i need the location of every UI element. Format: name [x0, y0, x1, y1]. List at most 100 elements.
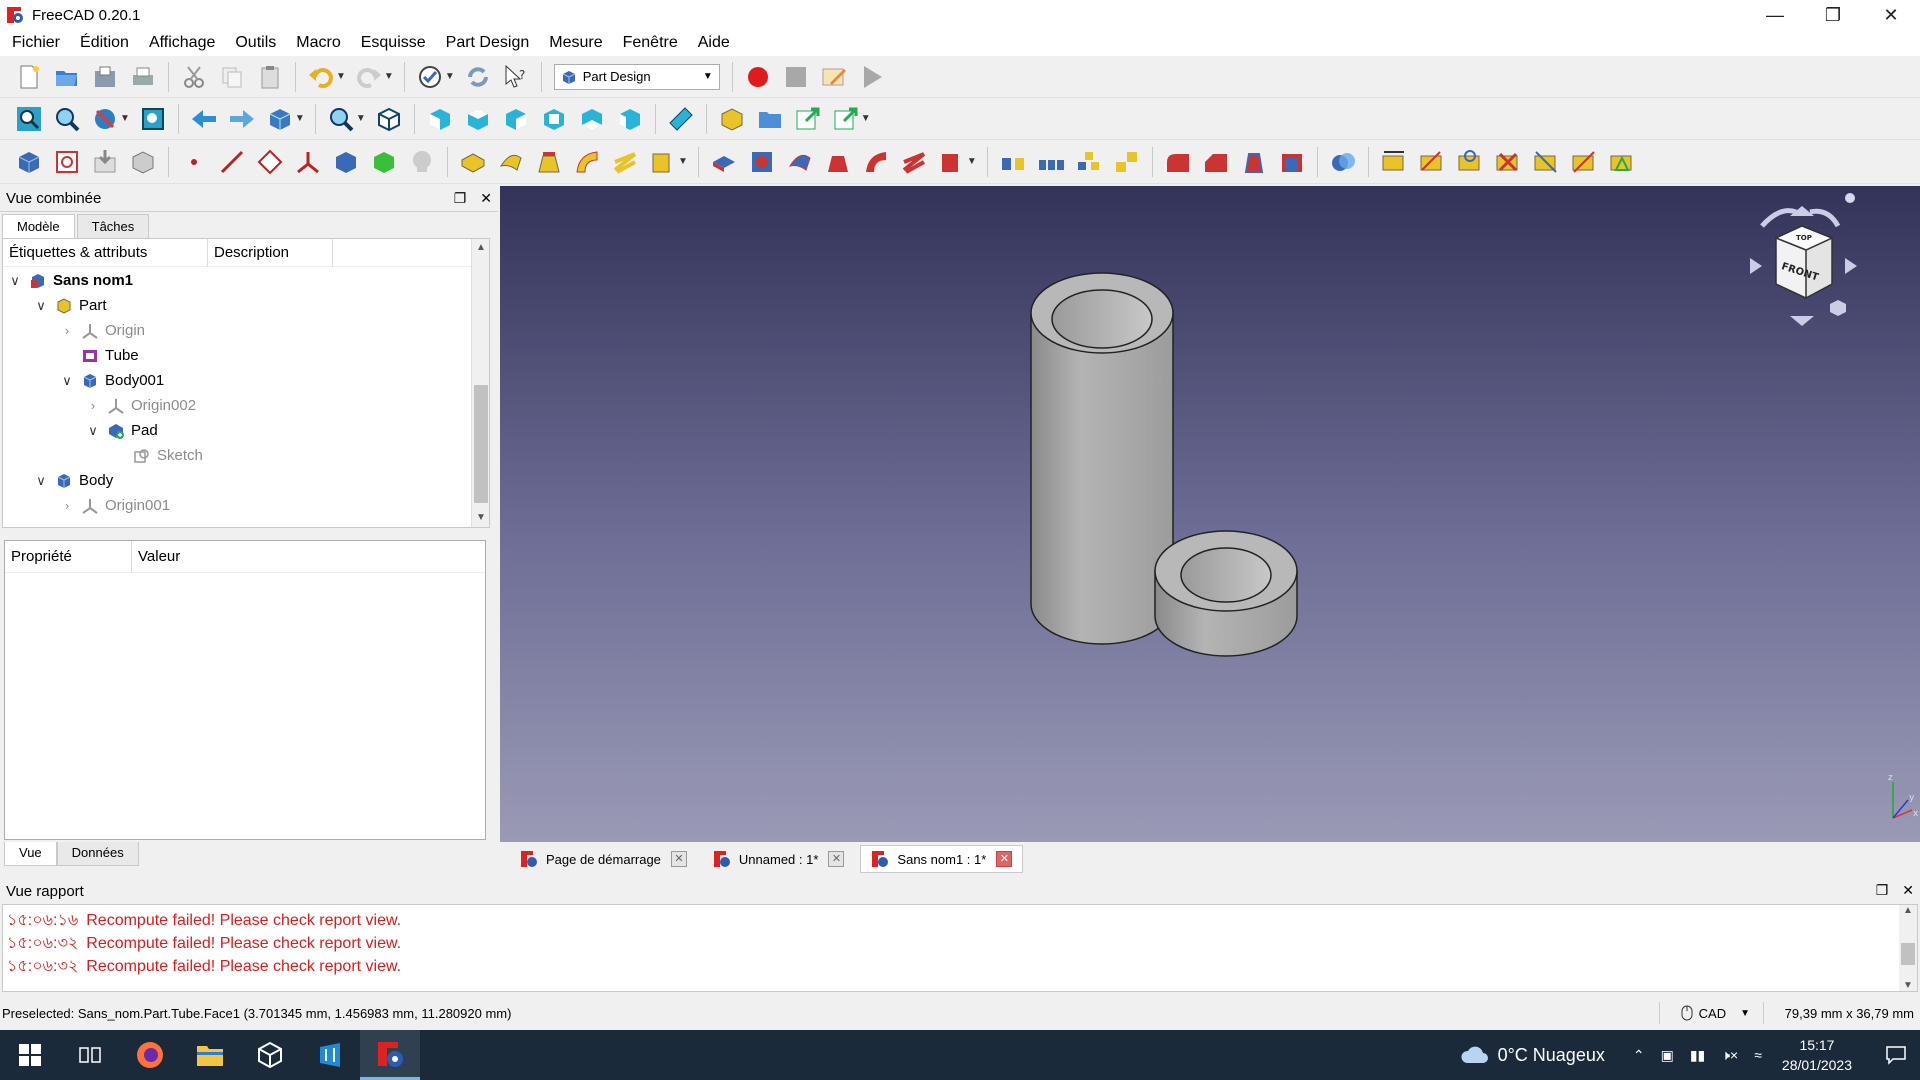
isometric-view-button[interactable]: [374, 104, 404, 134]
create-body-button[interactable]: [14, 147, 44, 177]
link-actions-button[interactable]: [831, 104, 861, 134]
property-column-value[interactable]: Valeur: [131, 540, 180, 573]
tree-item-origin002[interactable]: › Origin002: [85, 393, 196, 418]
datum-line-button[interactable]: [217, 147, 247, 177]
chevron-right-icon[interactable]: ›: [59, 323, 75, 338]
pad-button[interactable]: [458, 147, 488, 177]
chamfer-button[interactable]: [1201, 147, 1231, 177]
app-taskbar-button[interactable]: [300, 1030, 360, 1080]
undo-button[interactable]: [306, 62, 336, 92]
battery-icon[interactable]: ▮▮: [1690, 1047, 1705, 1064]
subtractive-dropdown-icon[interactable]: ▼: [967, 156, 977, 167]
property-column-name[interactable]: Propriété: [5, 548, 131, 565]
subtractive-loft-button[interactable]: [823, 147, 853, 177]
chevron-down-icon[interactable]: ∨: [33, 473, 49, 489]
datum-point-button[interactable]: [179, 147, 209, 177]
draw-style-dropdown-icon[interactable]: ▼: [120, 113, 130, 124]
validate-sketch-button[interactable]: [90, 147, 120, 177]
measure-linear-button[interactable]: [1379, 147, 1409, 177]
refresh-check-button[interactable]: [415, 62, 445, 92]
rotate-left-icon[interactable]: [1750, 258, 1762, 274]
float-panel-icon[interactable]: ❐: [1876, 882, 1889, 899]
nav-menu-icon[interactable]: [1845, 193, 1855, 203]
make-link-button[interactable]: [793, 104, 823, 134]
menu-edition[interactable]: Édition: [70, 30, 139, 56]
boolean-body-button[interactable]: [407, 147, 437, 177]
datum-plane-button[interactable]: [255, 147, 285, 177]
freecad-taskbar-button[interactable]: [360, 1030, 420, 1080]
clone-button[interactable]: [369, 147, 399, 177]
report-scrollbar[interactable]: ▲ ▼: [1899, 905, 1917, 991]
thickness-button[interactable]: [1277, 147, 1307, 177]
right-view-button[interactable]: [501, 104, 531, 134]
view-menu-icon[interactable]: [1830, 300, 1846, 316]
additive-pipe-button[interactable]: [572, 147, 602, 177]
fillet-button[interactable]: [1163, 147, 1193, 177]
std-views-dropdown-icon[interactable]: ▼: [295, 113, 305, 124]
cut-button[interactable]: [179, 62, 209, 92]
navigation-style-selector[interactable]: CAD ▼: [1681, 1005, 1750, 1021]
chevron-down-icon[interactable]: ∨: [33, 298, 49, 314]
close-tab-icon[interactable]: ✕: [828, 851, 845, 867]
tree-item-tube[interactable]: Tube: [59, 343, 139, 368]
navigation-cube[interactable]: FRONT TOP: [1750, 193, 1857, 326]
tree-item-body001[interactable]: ∨ Body001: [59, 368, 164, 393]
tab-taches[interactable]: Tâches: [76, 214, 150, 238]
pocket-button[interactable]: [709, 147, 739, 177]
start-button[interactable]: [0, 1030, 60, 1080]
measure-clear-button[interactable]: [1493, 147, 1523, 177]
menu-outils[interactable]: Outils: [225, 30, 286, 56]
multi-transform-button[interactable]: [1112, 147, 1142, 177]
new-document-button[interactable]: [14, 62, 44, 92]
scroll-up-icon[interactable]: ▲: [1899, 905, 1917, 916]
menu-esquisse[interactable]: Esquisse: [351, 30, 436, 56]
back-button[interactable]: [189, 104, 219, 134]
measure-toggle-delta-button[interactable]: [1607, 147, 1637, 177]
notifications-button[interactable]: [1872, 1030, 1920, 1080]
link-dropdown-icon[interactable]: ▼: [861, 113, 871, 124]
scroll-thumb[interactable]: [1901, 943, 1915, 965]
roll-right-icon[interactable]: [1809, 208, 1841, 228]
undo-dropdown-icon[interactable]: ▼: [336, 71, 346, 82]
chevron-up-icon[interactable]: ⌃: [1633, 1047, 1645, 1064]
subtractive-pipe-button[interactable]: [861, 147, 891, 177]
measure-distance-button[interactable]: [666, 104, 696, 134]
additive-helix-button[interactable]: [610, 147, 640, 177]
restore-button[interactable]: ❐: [1804, 0, 1862, 30]
chevron-down-icon[interactable]: ∨: [85, 423, 101, 439]
bounding-box-button[interactable]: [138, 104, 168, 134]
whats-this-button[interactable]: ?: [501, 62, 531, 92]
doc-tab-unnamed[interactable]: Unnamed : 1* ✕: [703, 845, 855, 873]
create-sketch-button[interactable]: [52, 147, 82, 177]
left-view-button[interactable]: [615, 104, 645, 134]
draft-button[interactable]: [1239, 147, 1269, 177]
tree-column-labels[interactable]: Étiquettes & attributs: [3, 244, 207, 261]
chevron-right-icon[interactable]: ›: [59, 498, 75, 513]
scroll-thumb[interactable]: [474, 385, 488, 503]
menu-fenetre[interactable]: Fenêtre: [613, 30, 688, 56]
paste-button[interactable]: [255, 62, 285, 92]
draw-style-button[interactable]: [90, 104, 120, 134]
tree-column-description[interactable]: Description: [207, 238, 333, 267]
doc-tab-start-page[interactable]: Page de démarrage ✕: [510, 845, 697, 873]
doc-tab-sans-nom1[interactable]: Sans nom1 : 1* ✕: [860, 845, 1024, 873]
scroll-down-icon[interactable]: ▼: [472, 509, 490, 527]
firefox-taskbar-button[interactable]: [120, 1030, 180, 1080]
3d-viewport[interactable]: FRONT TOP z y x: [500, 186, 1920, 842]
linear-pattern-button[interactable]: [1036, 147, 1066, 177]
boolean-button[interactable]: [1328, 147, 1358, 177]
macro-run-button[interactable]: [857, 62, 887, 92]
scroll-down-icon[interactable]: ▼: [1899, 980, 1917, 991]
rotate-down-icon[interactable]: [1790, 316, 1814, 326]
chevron-down-icon[interactable]: ∨: [59, 373, 75, 389]
task-view-button[interactable]: [60, 1030, 120, 1080]
close-button[interactable]: ✕: [1862, 0, 1920, 30]
close-panel-icon[interactable]: ✕: [1902, 882, 1914, 899]
chevron-down-icon[interactable]: ∨: [7, 273, 23, 289]
hole-button[interactable]: [747, 147, 777, 177]
rear-view-button[interactable]: [539, 104, 569, 134]
rotate-right-icon[interactable]: [1845, 258, 1857, 274]
polar-pattern-button[interactable]: [1074, 147, 1104, 177]
zoom-button[interactable]: [326, 104, 356, 134]
3d-scene[interactable]: FRONT TOP z y x: [500, 186, 1920, 842]
